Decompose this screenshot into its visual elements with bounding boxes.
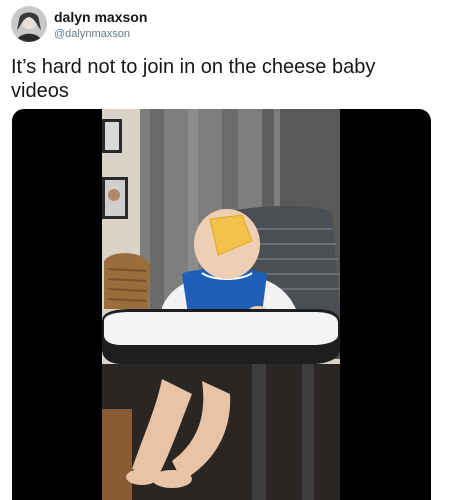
video-scene-image [102, 109, 340, 500]
tweet-header: dalyn maxson @dalynmaxson [11, 6, 441, 46]
tweet-video[interactable] [12, 109, 431, 500]
display-name[interactable]: dalyn maxson [54, 9, 147, 25]
avatar[interactable] [11, 6, 47, 42]
video-thumbnail [102, 109, 340, 500]
avatar-image-icon [11, 6, 47, 42]
tweet-card: dalyn maxson @dalynmaxson It’s hard not … [0, 0, 452, 500]
tweet-text: It’s hard not to join in on the cheese b… [11, 56, 376, 102]
user-handle[interactable]: @dalynmaxson [54, 28, 147, 41]
